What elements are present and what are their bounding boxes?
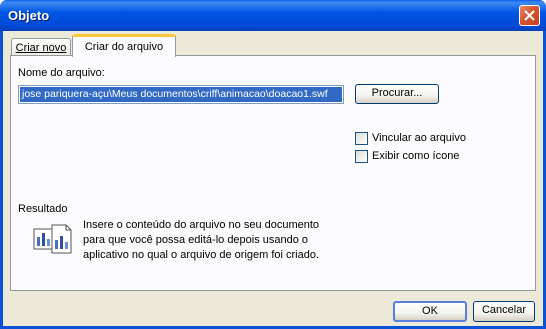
result-line-3: aplicativo no qual o arquivo de origem f… (83, 249, 320, 261)
close-button[interactable] (519, 5, 540, 26)
link-to-file-label: Vincular ao arquivo (372, 132, 466, 144)
result-line-1: Insere o conteúdo do arquivo no seu docu… (83, 219, 320, 231)
link-to-file-checkbox[interactable] (355, 132, 368, 145)
tab-criar-do-arquivo[interactable]: Criar do arquivo (72, 34, 176, 57)
title-bar[interactable]: Objeto (0, 0, 546, 31)
cancel-label: Cancelar (481, 304, 527, 316)
browse-button[interactable]: Procurar... (355, 84, 439, 104)
tab-label: Criar novo (15, 42, 67, 54)
tab-criar-novo[interactable]: Criar novo (11, 38, 71, 56)
browse-label: Procurar... (371, 87, 423, 99)
ok-button[interactable]: OK (393, 301, 467, 322)
dialog-window: Objeto Criar novo Criar do arquivo Nome … (0, 0, 546, 329)
display-as-icon-label: Exibir como ícone (372, 150, 460, 162)
cancel-button[interactable]: Cancelar (473, 301, 535, 322)
result-heading: Resultado (18, 203, 68, 215)
tab-label: Criar do arquivo (84, 41, 164, 53)
file-name-input[interactable]: jose pariquera-açu\Meus documentos\criff… (18, 85, 344, 104)
file-name-value: jose pariquera-açu\Meus documentos\criff… (20, 87, 342, 102)
tab-panel: Nome do arquivo: jose pariquera-açu\Meus… (10, 55, 536, 291)
embedded-object-icon (33, 223, 73, 260)
dialog-body: Criar novo Criar do arquivo Nome do arqu… (3, 31, 543, 326)
result-line-2: para que você possa editá-lo depois usan… (83, 234, 309, 246)
window-title: Objeto (8, 8, 50, 23)
display-as-icon-checkbox[interactable] (355, 150, 368, 163)
file-name-label: Nome do arquivo: (18, 67, 105, 79)
close-icon (524, 10, 535, 21)
ok-label: OK (422, 305, 438, 317)
